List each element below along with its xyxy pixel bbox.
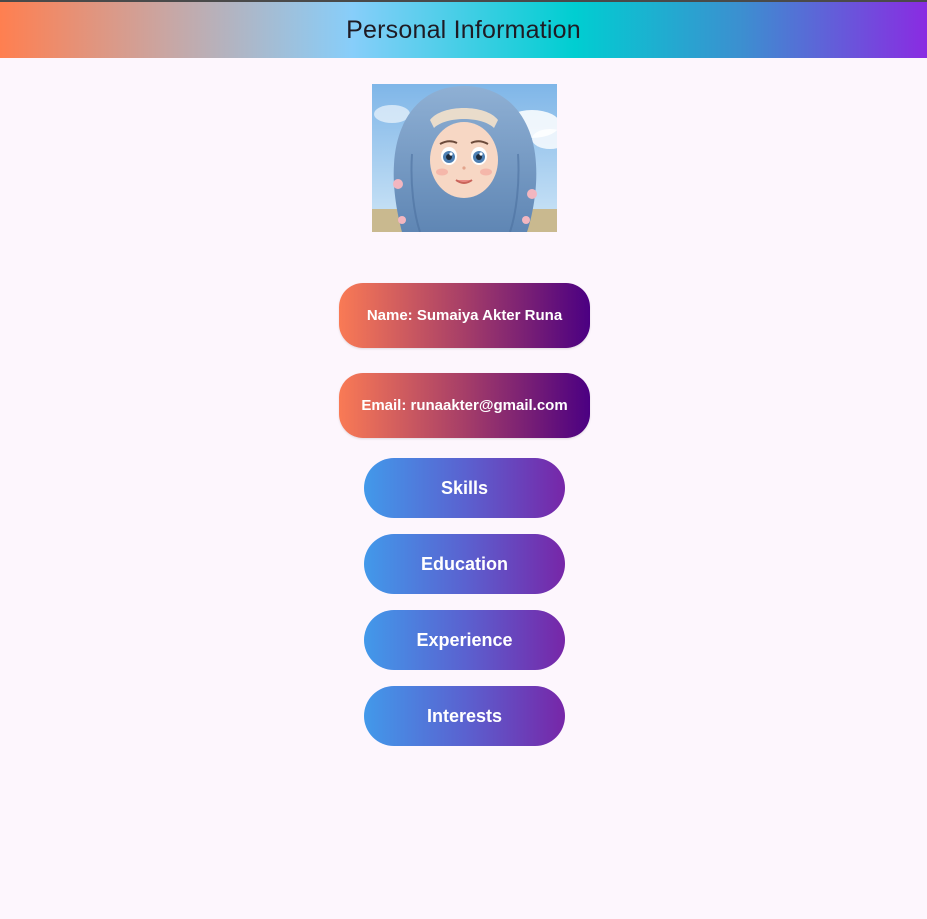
interests-button[interactable]: Interests — [364, 686, 565, 746]
experience-label: Experience — [416, 629, 513, 650]
app-bar: Personal Information — [0, 2, 927, 58]
skills-button[interactable]: Skills — [364, 458, 565, 518]
page-title: Personal Information — [346, 15, 581, 44]
name-button[interactable]: Name: Sumaiya Akter Runa — [339, 283, 590, 348]
experience-button[interactable]: Experience — [364, 610, 565, 670]
email-label: Email: runaakter@gmail.com — [361, 397, 568, 414]
skills-label: Skills — [440, 477, 489, 498]
education-label: Education — [420, 553, 508, 574]
interests-label: Interests — [426, 705, 503, 726]
app-screen: Personal Information Name: Sumaiya Akter… — [0, 0, 927, 919]
profile-image — [372, 84, 557, 232]
education-button[interactable]: Education — [364, 534, 565, 594]
name-label: Name: Sumaiya Akter Runa — [366, 307, 563, 324]
email-button[interactable]: Email: runaakter@gmail.com — [339, 373, 590, 438]
